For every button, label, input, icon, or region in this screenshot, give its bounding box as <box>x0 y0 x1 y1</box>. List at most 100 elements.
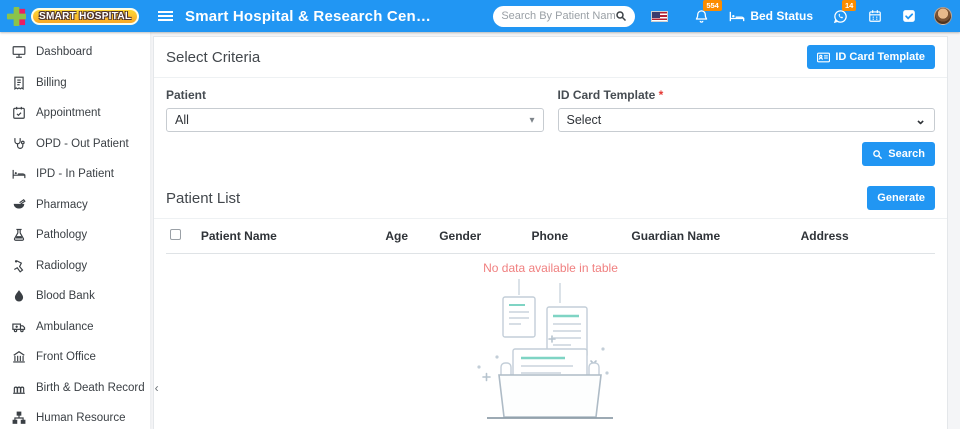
dropdown-arrow-icon: ▾ <box>529 114 535 126</box>
patient-list-header: Patient List Generate <box>154 178 947 219</box>
patient-label: Patient <box>166 88 207 102</box>
whatsapp-badge: 14 <box>842 0 857 11</box>
sidebar-item-human-resource[interactable]: Human Resource <box>0 403 150 429</box>
sidebar-item-appointment[interactable]: Appointment <box>0 98 150 129</box>
select-criteria-header: Select Criteria ID Card Template <box>154 37 947 78</box>
sidebar-item-radiology[interactable]: Radiology <box>0 251 150 282</box>
search-row: Search <box>154 132 947 178</box>
template-select-value: Select <box>566 113 602 127</box>
sidebar-item-label: Appointment <box>36 107 101 120</box>
tasks-button[interactable] <box>902 9 916 23</box>
inpatient-bed-icon <box>12 170 26 179</box>
table-header-row: Patient Name Age Gender Phone Guardian N… <box>166 219 935 254</box>
bed-status-label: Bed Status <box>750 9 813 23</box>
sidebar-item-front-office[interactable]: Front Office <box>0 342 150 373</box>
patient-select-value: All <box>175 113 189 127</box>
sidebar-item-label: Front Office <box>36 351 96 364</box>
patient-select[interactable]: All ▾ <box>166 108 544 132</box>
sidebar-item-label: Pharmacy <box>36 198 88 211</box>
template-field: ID Card Template * Select ⌄ <box>557 88 935 132</box>
id-card-icon <box>817 52 831 62</box>
patient-search-input[interactable] <box>501 10 616 22</box>
billing-receipt-icon <box>14 76 24 90</box>
sidebar-item-label: Blood Bank <box>36 290 95 303</box>
sidebar-item-label: Radiology <box>36 259 88 272</box>
patient-field: Patient All ▾ <box>166 88 544 132</box>
criteria-form: Patient All ▾ ID Card Template * Select … <box>154 78 947 132</box>
sidebar-item-label: Human Resource <box>36 412 126 425</box>
sidebar-item-blood-bank[interactable]: Blood Bank <box>0 281 150 312</box>
column-patient-name[interactable]: Patient Name <box>196 219 382 254</box>
column-phone[interactable]: Phone <box>527 219 628 254</box>
empty-state-illustration <box>154 277 947 426</box>
monitor-icon <box>12 46 26 59</box>
front-office-icon <box>13 351 25 363</box>
search-icon[interactable] <box>615 10 627 22</box>
sidebar-item-pathology[interactable]: Pathology <box>0 220 150 251</box>
select-all-checkbox[interactable] <box>170 229 181 240</box>
logo-cross-icon <box>6 6 27 27</box>
notifications-bell[interactable]: 554 <box>694 0 722 24</box>
sidebar-item-billing[interactable]: Billing <box>0 68 150 99</box>
birth-death-icon <box>13 386 25 394</box>
generate-button[interactable]: Generate <box>867 186 935 210</box>
blood-drop-icon <box>14 290 24 302</box>
ambulance-icon <box>12 323 26 332</box>
sidebar-item-label: Pathology <box>36 229 88 242</box>
column-gender[interactable]: Gender <box>435 219 528 254</box>
required-asterisk: * <box>658 88 664 102</box>
notification-badge: 554 <box>703 0 722 11</box>
bed-icon <box>729 10 745 23</box>
patient-table: Patient Name Age Gender Phone Guardian N… <box>166 219 935 254</box>
content-card: Select Criteria ID Card Template Patient… <box>153 36 948 429</box>
calendar-icon <box>868 9 882 23</box>
no-data-message: No data available in table <box>483 261 618 275</box>
sidebar-item-opd[interactable]: OPD - Out Patient <box>0 129 150 160</box>
sidebar-item-label: Birth & Death Record <box>36 381 145 394</box>
sidebar-item-pharmacy[interactable]: Pharmacy <box>0 190 150 221</box>
column-address[interactable]: Address <box>796 219 935 254</box>
stethoscope-icon <box>14 137 25 149</box>
sidebar-item-label: Billing <box>36 76 67 89</box>
generate-button-label: Generate <box>877 192 925 204</box>
column-age[interactable]: Age <box>381 219 436 254</box>
empty-box-illustration-icon <box>476 279 613 419</box>
id-card-template-button-label: ID Card Template <box>835 51 925 63</box>
column-guardian-name[interactable]: Guardian Name <box>627 219 797 254</box>
logo-text: SMART HOSPITAL <box>31 7 140 25</box>
patient-list-title: Patient List <box>166 189 241 207</box>
whatsapp-button[interactable]: 14 <box>833 0 857 24</box>
mortar-pestle-icon <box>13 198 26 209</box>
page-title: Smart Hospital & Research Cen… <box>185 7 432 25</box>
search-button[interactable]: Search <box>862 142 935 166</box>
main-content: Select Criteria ID Card Template Patient… <box>150 32 960 429</box>
app-logo[interactable]: SMART HOSPITAL <box>0 6 150 27</box>
radiology-icon <box>14 259 24 273</box>
template-select[interactable]: Select ⌄ <box>557 108 935 132</box>
sidebar-item-label: Ambulance <box>36 320 94 333</box>
select-criteria-title: Select Criteria <box>166 48 261 66</box>
chevron-left-icon[interactable]: ‹ <box>155 381 159 395</box>
appointment-calendar-icon <box>13 107 25 120</box>
sidebar-item-ipd[interactable]: IPD - In Patient <box>0 159 150 190</box>
task-check-icon <box>902 9 916 23</box>
hamburger-menu-icon[interactable] <box>158 10 173 22</box>
search-button-label: Search <box>888 148 925 160</box>
sidebar-item-dashboard[interactable]: Dashboard <box>0 37 150 68</box>
user-avatar[interactable] <box>934 7 952 25</box>
sidebar-item-ambulance[interactable]: Ambulance <box>0 312 150 343</box>
sidebar-item-label: Dashboard <box>36 46 93 59</box>
patient-search <box>493 5 636 27</box>
sidebar-item-label: OPD - Out Patient <box>36 137 129 150</box>
id-card-template-button[interactable]: ID Card Template <box>807 45 935 69</box>
sidebar-item-label: IPD - In Patient <box>36 168 114 181</box>
bed-status-button[interactable]: Bed Status <box>729 9 813 23</box>
search-icon <box>873 149 883 159</box>
top-bar: SMART HOSPITAL Smart Hospital & Research… <box>0 0 960 32</box>
calendar-button[interactable] <box>868 9 882 23</box>
sidebar-nav: Dashboard Billing Appointment OPD - Out … <box>0 32 159 429</box>
sitemap-icon <box>12 411 26 425</box>
us-flag-icon[interactable] <box>651 10 669 22</box>
sidebar-item-birth-death[interactable]: Birth & Death Record ‹ <box>0 373 159 404</box>
template-label: ID Card Template * <box>557 88 664 102</box>
